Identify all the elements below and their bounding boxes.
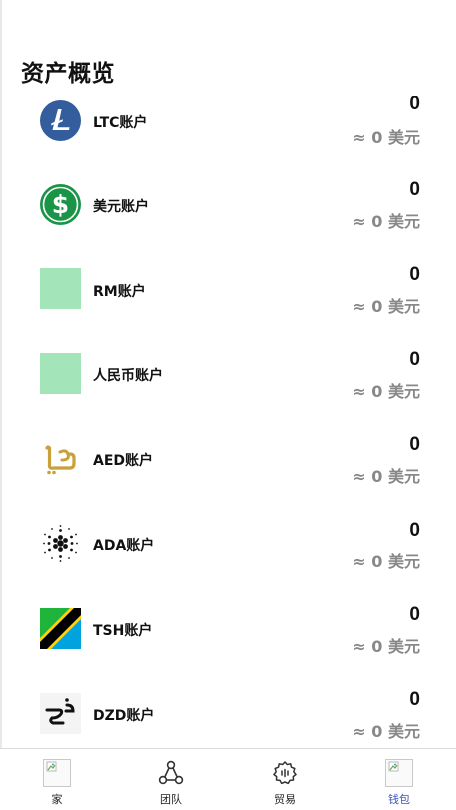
asset-name: RM账户 <box>93 284 146 300</box>
bottom-tab-bar: 家 团队 贸易 钱包 <box>0 748 456 810</box>
trade-gear-icon <box>271 759 299 787</box>
asset-amount: 0 <box>409 689 420 710</box>
dzd-symbol-icon <box>40 693 81 734</box>
asset-row-dzd[interactable]: DZD账户 0 ≈ 0 美元 <box>0 675 456 748</box>
asset-amount: 0 <box>409 96 420 114</box>
asset-approx-value: ≈ 0 美元 <box>352 467 420 486</box>
asset-approx-value: ≈ 0 美元 <box>352 297 420 316</box>
asset-amount: 0 <box>409 434 420 455</box>
tab-home[interactable]: 家 <box>0 749 114 810</box>
asset-amount: 0 <box>409 179 420 200</box>
wallet-broken-image-icon <box>385 759 413 787</box>
asset-row-tsh[interactable]: TSH账户 0 ≈ 0 美元 <box>0 590 456 675</box>
asset-amount: 0 <box>409 520 420 541</box>
tab-home-label: 家 <box>51 793 63 806</box>
tab-wallet-label: 钱包 <box>388 793 410 806</box>
asset-name: 美元账户 <box>93 199 149 215</box>
cardano-icon <box>40 523 81 564</box>
page-title: 资产概览 <box>21 61 115 87</box>
home-broken-image-icon <box>43 759 71 787</box>
asset-row-aed[interactable]: AED账户 0 ≈ 0 美元 <box>0 420 456 505</box>
asset-row-usd[interactable]: $ 美元账户 0 ≈ 0 美元 <box>0 165 456 250</box>
asset-name: ADA账户 <box>93 538 155 554</box>
asset-name: LTC账户 <box>93 115 148 131</box>
ltc-coin-icon <box>40 100 81 141</box>
asset-row-rmb[interactable]: 人民币账户 0 ≈ 0 美元 <box>0 335 456 420</box>
asset-approx-value: ≈ 0 美元 <box>352 382 420 401</box>
dollar-coin-icon: $ <box>40 184 81 225</box>
aed-symbol-icon <box>40 438 81 479</box>
asset-approx-value: ≈ 0 美元 <box>352 552 420 571</box>
asset-row-rm[interactable]: RM账户 0 ≈ 0 美元 <box>0 250 456 335</box>
rmb-placeholder-icon <box>40 353 81 394</box>
asset-name: DZD账户 <box>93 708 155 724</box>
tab-wallet[interactable]: 钱包 <box>342 749 456 810</box>
asset-name: 人民币账户 <box>93 368 163 384</box>
asset-name: AED账户 <box>93 453 154 469</box>
team-icon <box>157 759 185 787</box>
rm-placeholder-icon <box>40 268 81 309</box>
asset-name: TSH账户 <box>93 623 153 639</box>
tab-team[interactable]: 团队 <box>114 749 228 810</box>
asset-amount: 0 <box>409 349 420 370</box>
tab-trade[interactable]: 贸易 <box>228 749 342 810</box>
svg-text:$: $ <box>52 190 69 219</box>
asset-row-ada[interactable]: ADA账户 0 ≈ 0 美元 <box>0 505 456 590</box>
tab-trade-label: 贸易 <box>274 793 296 806</box>
asset-amount: 0 <box>409 264 420 285</box>
asset-amount: 0 <box>409 604 420 625</box>
asset-approx-value: ≈ 0 美元 <box>352 722 420 741</box>
asset-list[interactable]: LTC账户 0 ≈ 0 美元 $ 美元账户 0 ≈ 0 美元 RM账户 0 ≈ … <box>0 96 456 748</box>
tanzania-flag-icon <box>40 608 81 649</box>
asset-approx-value: ≈ 0 美元 <box>352 128 420 147</box>
asset-approx-value: ≈ 0 美元 <box>352 637 420 656</box>
asset-row-ltc[interactable]: LTC账户 0 ≈ 0 美元 <box>0 96 456 165</box>
asset-approx-value: ≈ 0 美元 <box>352 212 420 231</box>
tab-team-label: 团队 <box>160 793 182 806</box>
